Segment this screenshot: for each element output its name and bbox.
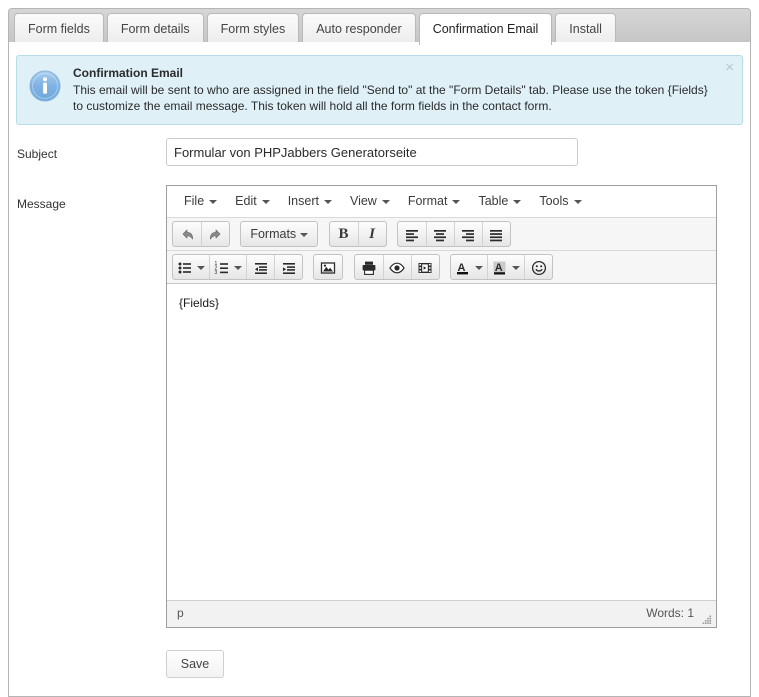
menu-table-label: Table <box>478 194 508 208</box>
emoticon-icon[interactable] <box>524 255 552 279</box>
chevron-down-icon <box>209 200 217 204</box>
chevron-down-icon <box>475 266 483 270</box>
tab-form-details[interactable]: Form details <box>107 13 204 44</box>
image-button-group <box>313 254 343 280</box>
indent-icon[interactable] <box>274 255 302 279</box>
menu-edit-label: Edit <box>235 194 257 208</box>
undo-icon[interactable] <box>173 222 201 246</box>
element-path[interactable]: p <box>177 606 184 620</box>
rich-text-editor: File Edit Insert View Format Table Tools Forma… <box>166 185 717 628</box>
editor-toolbar-row1: Formats BI <box>167 218 716 251</box>
numbered-list-icon[interactable]: 123 <box>209 255 246 279</box>
chevron-down-icon <box>382 200 390 204</box>
chevron-down-icon <box>452 200 460 204</box>
chevron-down-icon <box>324 200 332 204</box>
editor-menubar: File Edit Insert View Format Table Tools <box>167 186 716 218</box>
align-left-icon[interactable] <box>398 222 426 246</box>
history-button-group <box>172 221 230 247</box>
menu-view[interactable]: View <box>341 190 399 214</box>
tab-install[interactable]: Install <box>555 13 616 44</box>
menu-tools-label: Tools <box>539 194 568 208</box>
image-icon[interactable] <box>314 255 342 279</box>
editor-content-area[interactable]: {Fields} <box>167 284 716 606</box>
menu-insert[interactable]: Insert <box>279 190 341 214</box>
bold-icon[interactable]: B <box>330 222 358 246</box>
resize-grip-icon[interactable] <box>700 612 714 626</box>
alert-body: Confirmation Email This email will be se… <box>73 66 714 114</box>
chevron-down-icon <box>300 233 308 237</box>
align-center-icon[interactable] <box>426 222 454 246</box>
redo-icon[interactable] <box>201 222 229 246</box>
align-right-icon[interactable] <box>454 222 482 246</box>
chevron-down-icon <box>574 200 582 204</box>
formats-button-group: Formats <box>240 221 318 247</box>
italic-icon[interactable]: I <box>358 222 386 246</box>
tab-form-styles[interactable]: Form styles <box>207 13 300 44</box>
tab-confirmation-email[interactable]: Confirmation Email <box>419 13 553 45</box>
list-indent-button-group: 123 <box>172 254 303 280</box>
chevron-down-icon <box>197 266 205 270</box>
tab-form-fields[interactable]: Form fields <box>14 13 104 44</box>
preview-icon[interactable] <box>383 255 411 279</box>
text-color-icon[interactable]: A <box>451 255 487 279</box>
menu-insert-label: Insert <box>288 194 319 208</box>
output-button-group <box>354 254 440 280</box>
chevron-down-icon <box>513 200 521 204</box>
menu-edit[interactable]: Edit <box>226 190 279 214</box>
chevron-down-icon <box>234 266 242 270</box>
print-icon[interactable] <box>355 255 383 279</box>
menu-format[interactable]: Format <box>399 190 470 214</box>
outdent-icon[interactable] <box>246 255 274 279</box>
editor-toolbar-row2: 123 <box>167 251 716 284</box>
formats-label: Formats <box>250 227 296 241</box>
info-alert: × Confirmation Email This email will be … <box>16 55 743 125</box>
alert-close-button[interactable]: × <box>725 61 734 75</box>
chevron-down-icon <box>262 200 270 204</box>
svg-text:3: 3 <box>215 270 218 276</box>
align-justify-icon[interactable] <box>482 222 510 246</box>
italic-label: I <box>369 226 375 242</box>
tab-bar: Form fieldsForm detailsForm stylesAuto r… <box>8 8 751 43</box>
menu-file[interactable]: File <box>175 190 226 214</box>
tab-auto-responder[interactable]: Auto responder <box>302 13 415 44</box>
bold-label: B <box>339 226 349 242</box>
background-color-icon[interactable]: A <box>487 255 524 279</box>
info-circle-icon <box>29 70 61 102</box>
message-label: Message <box>17 197 157 211</box>
editor-paragraph: {Fields} <box>179 296 706 310</box>
menu-file-label: File <box>184 194 204 208</box>
subject-input[interactable] <box>166 138 578 166</box>
text-style-button-group: BI <box>329 221 387 247</box>
media-icon[interactable] <box>411 255 439 279</box>
word-count: Words: 1 <box>646 606 694 620</box>
tab-content-panel: × Confirmation Email This email will be … <box>8 42 751 697</box>
subject-label: Subject <box>17 147 157 161</box>
menu-view-label: View <box>350 194 377 208</box>
alignment-button-group <box>397 221 511 247</box>
alert-text: This email will be sent to who are assig… <box>73 82 714 114</box>
color-button-group: A A <box>450 254 553 280</box>
menu-table[interactable]: Table <box>469 190 530 214</box>
alert-title: Confirmation Email <box>73 66 714 81</box>
editor-statusbar: p Words: 1 <box>167 600 716 627</box>
save-button[interactable]: Save <box>166 650 224 678</box>
menu-format-label: Format <box>408 194 448 208</box>
formats-dropdown[interactable]: Formats <box>241 222 317 246</box>
chevron-down-icon <box>512 266 520 270</box>
bullet-list-icon[interactable] <box>173 255 209 279</box>
menu-tools[interactable]: Tools <box>530 190 590 214</box>
